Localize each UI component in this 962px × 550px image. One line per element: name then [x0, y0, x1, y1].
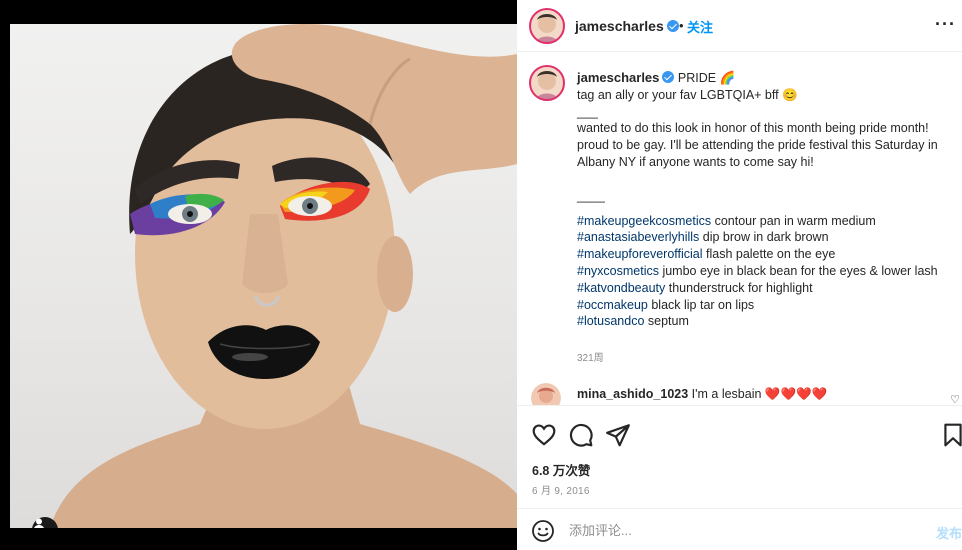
- credit-line: #katvondbeauty thunderstruck for highlig…: [577, 280, 955, 297]
- credit-line: #lotusandco septum: [577, 313, 955, 330]
- hashtag-link[interactable]: #makeupforeverofficial: [577, 247, 703, 261]
- commenter-username[interactable]: mina_ashido_1023: [577, 387, 688, 401]
- share-icon[interactable]: [605, 422, 631, 448]
- story-ring: [529, 8, 565, 44]
- credit-text: black lip tar on lips: [647, 297, 755, 312]
- credit-text: thunderstruck for highlight: [665, 280, 813, 295]
- caption-separator: ___: [577, 104, 598, 119]
- separator-dot: •: [679, 18, 684, 33]
- hashtag-link[interactable]: #nyxcosmetics: [577, 264, 659, 278]
- avatar-image: [531, 383, 561, 405]
- comment-item: mina_ashido_1023 I'm a lesbain ❤️❤️❤️❤️: [577, 387, 827, 402]
- credit-line: #anastasiabeverlyhills dip brow in dark …: [577, 229, 955, 246]
- hashtag-link[interactable]: #makeupgeekcosmetics: [577, 214, 711, 228]
- post-header: jamescharles • 关注 ···: [517, 0, 962, 52]
- more-options-icon[interactable]: ···: [935, 14, 956, 35]
- hashtag-link[interactable]: #lotusandco: [577, 314, 644, 328]
- credit-text: contour pan in warm medium: [711, 213, 876, 228]
- credit-text: flash palette on the eye: [702, 247, 836, 262]
- credit-line: #occmakeup black lip tar on lips: [577, 297, 955, 314]
- caption-body: wanted to do this look in honor of this …: [577, 121, 938, 169]
- comment-icon[interactable]: [568, 422, 594, 448]
- bookmark-icon[interactable]: [940, 422, 962, 448]
- caption-age[interactable]: 321周: [577, 349, 604, 364]
- user-tag-icon: [34, 518, 44, 528]
- hashtag-link[interactable]: #anastasiabeverlyhills: [577, 230, 699, 244]
- credit-line: #nyxcosmetics jumbo eye in black bean fo…: [577, 263, 955, 280]
- comment-like-icon[interactable]: ♡: [950, 393, 960, 405]
- caption-first-line: PRIDE 🌈: [677, 71, 736, 85]
- credit-text: jumbo eye in black bean for the eyes & l…: [658, 263, 938, 278]
- post-image[interactable]: [10, 24, 517, 528]
- story-ring: [529, 65, 565, 101]
- credit-text: septum: [644, 314, 689, 329]
- add-comment-bar: 发布: [517, 508, 962, 550]
- like-count[interactable]: 6.8 万次赞: [532, 460, 590, 479]
- action-bar: 6.8 万次赞 6 月 9, 2016: [517, 405, 962, 508]
- emoji-icon[interactable]: [531, 519, 555, 543]
- verified-badge-icon: [666, 20, 679, 32]
- heart-icon[interactable]: [531, 422, 557, 448]
- post-caption: jamescharles PRIDE 🌈 tag an ally or your…: [577, 70, 955, 330]
- credit-text: dip brow in dark brown: [699, 230, 829, 245]
- post-date[interactable]: 6 月 9, 2016: [532, 482, 590, 497]
- caption-separator: ____: [577, 188, 605, 203]
- post-detail-panel: jamescharles • 关注 ··· jamescharles PRIDE…: [517, 0, 962, 550]
- hashtag-link[interactable]: #occmakeup: [577, 298, 648, 312]
- follow-button[interactable]: 关注: [687, 17, 713, 36]
- commenter-avatar[interactable]: [531, 383, 561, 405]
- post-photo-illustration: [50, 24, 517, 528]
- post-comment-button[interactable]: 发布: [936, 523, 962, 542]
- author-username[interactable]: jamescharles: [575, 18, 679, 34]
- verified-badge-icon: [662, 71, 675, 83]
- caption-username[interactable]: jamescharles: [577, 70, 659, 85]
- comment-text: I'm a lesbain ❤️❤️❤️❤️: [691, 387, 828, 401]
- hashtag-link[interactable]: #katvondbeauty: [577, 281, 665, 295]
- credit-line: #makeupforeverofficial flash palette on …: [577, 246, 955, 263]
- comment-input[interactable]: [569, 518, 909, 542]
- credit-line: #makeupgeekcosmetics contour pan in warm…: [577, 213, 955, 230]
- caption-second-line: tag an ally or your fav LGBTQIA+ bff 😊: [577, 87, 798, 102]
- comments-scroll-area[interactable]: jamescharles PRIDE 🌈 tag an ally or your…: [517, 53, 962, 405]
